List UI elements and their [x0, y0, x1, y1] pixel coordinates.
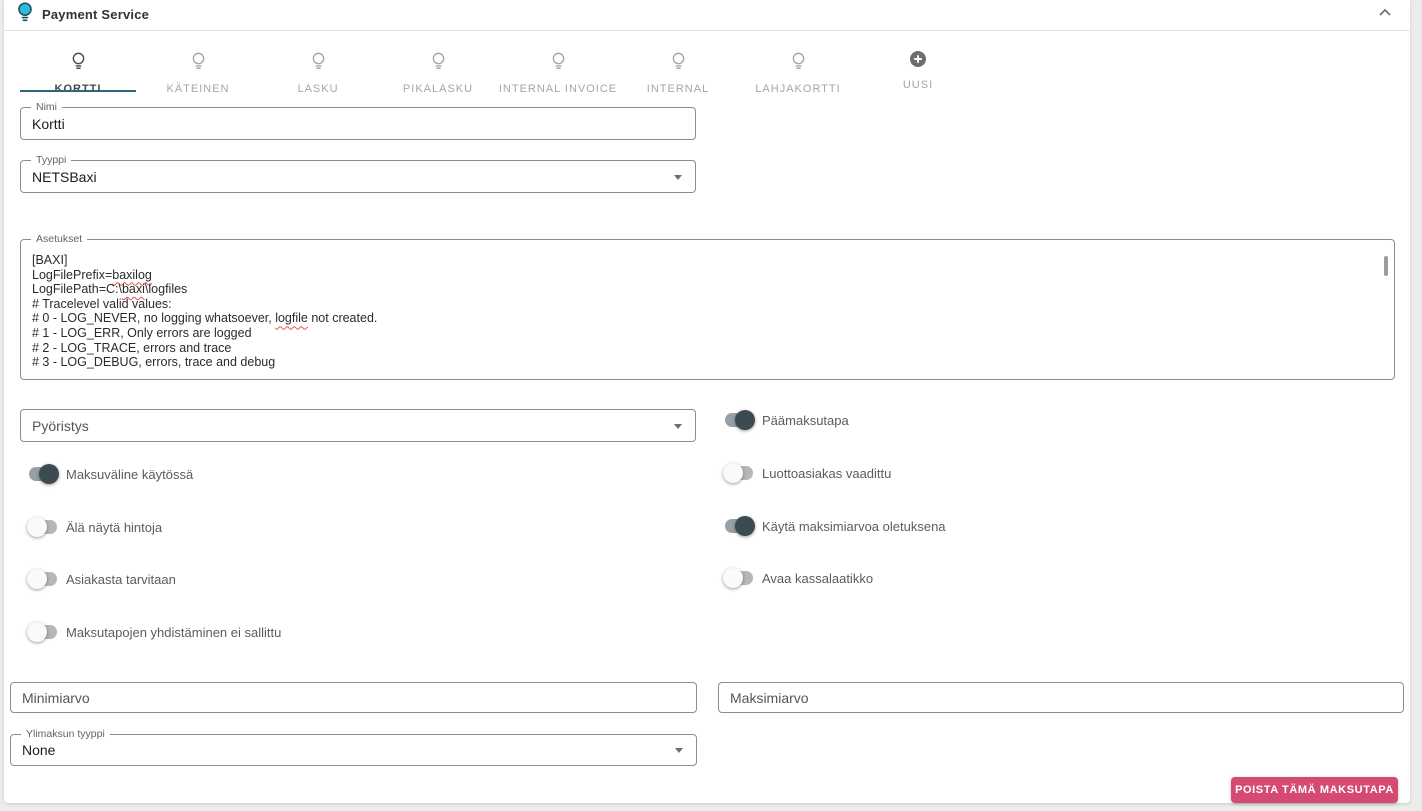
dropdown-arrow-icon [674, 174, 682, 180]
tab-uusi[interactable]: UUSI [858, 31, 978, 92]
dropdown-arrow-icon [675, 748, 683, 753]
toggle-label: Avaa kassalaatikko [762, 570, 874, 586]
tab-lasku[interactable]: LASKU [258, 31, 378, 95]
tab-label: INTERNAL INVOICE [498, 83, 618, 95]
switch-icon [29, 462, 59, 486]
switch-icon [27, 567, 57, 591]
tab-internal-invoice[interactable]: INTERNAL INVOICE [498, 31, 618, 95]
toggle-label: Käytä maksimiarvoa oletuksena [762, 518, 946, 534]
tab-kateinen[interactable]: KÄTEINEN [138, 31, 258, 95]
ylimaksun-tyyppi-select[interactable]: Ylimaksun tyyppi None [10, 728, 697, 766]
panel-header: Payment Service [4, 0, 1410, 31]
switch-icon [725, 408, 755, 432]
asetukset-textarea[interactable]: Asetukset [BAXI] LogFilePrefix=baxilog L… [20, 233, 1395, 380]
pyoristys-placeholder: Pyöristys [32, 417, 89, 434]
toggle-label: Älä näytä hintoja [66, 519, 163, 535]
tyyppi-value: NETSBaxi [32, 168, 97, 185]
toggle-kayta-maksimiarvoa-oletuksena[interactable]: Käytä maksimiarvoa oletuksena [725, 514, 946, 538]
chevron-up-icon[interactable] [1376, 4, 1394, 22]
toggle-asiakasta-tarvitaan[interactable]: Asiakasta tarvitaan [27, 567, 176, 591]
toggle-label: Päämaksutapa [762, 412, 849, 428]
toggle-avaa-kassalaatikko[interactable]: Avaa kassalaatikko [723, 566, 874, 590]
tab-kortti[interactable]: KORTTI [18, 31, 138, 95]
asetukset-label: Asetukset [31, 233, 88, 246]
payment-service-panel: Payment Service KORTTI KÄTEINEN LASKU PIKAL… [4, 0, 1410, 803]
lightbulb-icon [671, 52, 686, 76]
toggle-ala-nayta-hintoja[interactable]: Älä näytä hintoja [27, 515, 163, 539]
lightbulb-icon [791, 52, 806, 76]
maksimiarvo-input[interactable]: Maksimiarvo [718, 682, 1404, 713]
dropdown-arrow-icon [674, 423, 682, 429]
lightbulb-icon [17, 2, 33, 28]
minimiarvo-input[interactable]: Minimiarvo [10, 682, 697, 713]
switch-icon [723, 461, 753, 485]
lightbulb-icon [71, 52, 86, 76]
toggle-paamaksutapa[interactable]: Päämaksutapa [725, 408, 849, 432]
tab-label: LASKU [297, 83, 339, 95]
lightbulb-icon [551, 52, 566, 76]
delete-payment-method-button[interactable]: POISTA TÄMÄ MAKSUTAPA [1231, 777, 1398, 803]
tab-label: KÄTEINEN [166, 83, 230, 95]
switch-icon [723, 566, 753, 590]
active-tab-underline [20, 90, 136, 92]
toggle-label: Asiakasta tarvitaan [66, 571, 176, 587]
ylimaksun-tyyppi-value: None [22, 742, 56, 758]
tab-label: PIKALASKU [402, 83, 474, 95]
toggle-luottoasiakas-vaadittu[interactable]: Luottoasiakas vaadittu [723, 461, 892, 485]
asetukset-content: [BAXI] LogFilePrefix=baxilog LogFilePath… [32, 253, 378, 370]
toggle-maksutapojen-yhdistaminen-ei-sallittu[interactable]: Maksutapojen yhdistäminen ei sallittu [27, 620, 282, 644]
tyyppi-select[interactable]: Tyyppi NETSBaxi [20, 154, 696, 193]
lightbulb-icon [311, 52, 326, 76]
lightbulb-icon [431, 52, 446, 76]
maksimiarvo-placeholder: Maksimiarvo [730, 689, 809, 706]
nimi-field[interactable]: Nimi Kortti [20, 101, 696, 140]
switch-icon [27, 620, 57, 644]
textarea-scrollbar[interactable] [1384, 256, 1388, 276]
payment-method-tabs: KORTTI KÄTEINEN LASKU PIKALASKU INTERNAL INV… [18, 31, 978, 95]
tab-lahjakortti[interactable]: LAHJAKORTTI [738, 31, 858, 95]
tab-label: KORTTI [54, 83, 102, 95]
switch-icon [27, 515, 57, 539]
toggle-maksuvaline-kaytossa[interactable]: Maksuväline käytössä [29, 462, 193, 486]
tab-label: UUSI [902, 79, 934, 91]
nimi-value: Kortti [32, 115, 65, 132]
pyoristys-select[interactable]: Pyöristys [20, 409, 696, 442]
tab-pikalasku[interactable]: PIKALASKU [378, 31, 498, 95]
lightbulb-icon [191, 52, 206, 76]
minimiarvo-placeholder: Minimiarvo [22, 689, 90, 706]
tab-internal[interactable]: INTERNAL [618, 31, 738, 95]
tab-label: INTERNAL [646, 83, 710, 95]
toggle-label: Luottoasiakas vaadittu [762, 465, 892, 481]
switch-icon [725, 514, 755, 538]
toggle-label: Maksuväline käytössä [66, 466, 194, 482]
toggle-label: Maksutapojen yhdistäminen ei sallittu [66, 624, 282, 640]
panel-title: Payment Service [42, 7, 150, 22]
tab-label: LAHJAKORTTI [755, 83, 841, 95]
plus-circle-icon [909, 50, 927, 73]
